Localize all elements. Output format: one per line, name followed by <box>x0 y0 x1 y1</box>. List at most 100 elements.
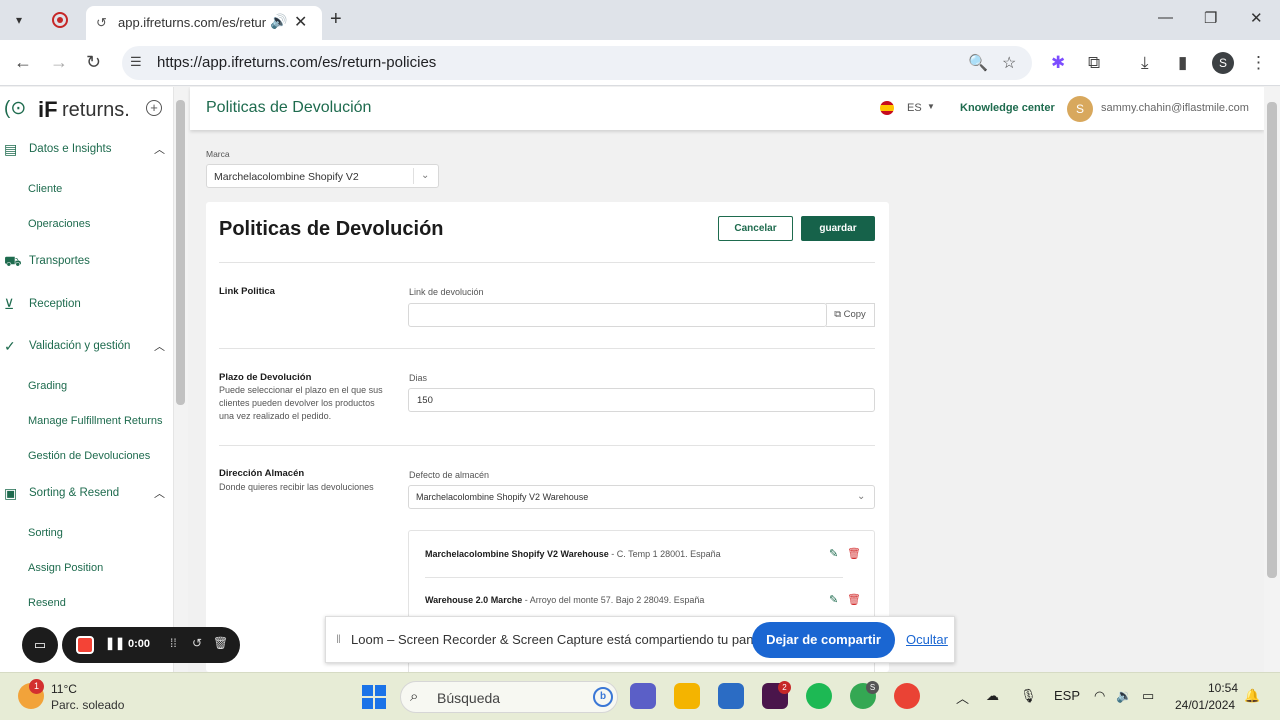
bookmark-star-icon[interactable]: ☆ <box>1002 53 1016 73</box>
forward-icon[interactable]: → <box>50 52 68 73</box>
back-icon[interactable]: ← <box>14 52 32 73</box>
chevron-down-icon[interactable]: ⌄ <box>857 491 865 502</box>
grid-icon[interactable]: ⁞⁞ <box>170 636 177 650</box>
onedrive-icon[interactable]: ☁ <box>986 688 999 704</box>
hide-link[interactable]: Ocultar <box>906 632 948 647</box>
sidebar-item-manage-fulfillment[interactable]: Manage Fulfillment Returns <box>28 415 163 427</box>
spain-flag-icon[interactable] <box>880 101 894 115</box>
weather-condition[interactable]: Parc. soleado <box>51 698 124 712</box>
battery-icon[interactable]: ▭ <box>1142 688 1154 704</box>
chevron-up-icon[interactable]: ︿ <box>154 141 165 157</box>
new-tab-button[interactable]: + <box>330 8 342 31</box>
audio-icon[interactable]: 🔊 <box>270 13 287 30</box>
sidebar-item-resend[interactable]: Resend <box>28 597 66 609</box>
marca-select[interactable]: Marchelacolombine Shopify V2 ⌄ <box>206 164 439 188</box>
dias-input[interactable]: 150 <box>408 388 875 412</box>
knowledge-center-link[interactable]: Knowledge center <box>960 102 1055 114</box>
main-scroll-thumb[interactable] <box>1267 102 1277 578</box>
edit-icon[interactable]: ✎ <box>829 593 838 606</box>
store-icon[interactable] <box>718 683 744 709</box>
sidebar-item-assign-position[interactable]: Assign Position <box>28 562 103 574</box>
edit-icon[interactable]: ✎ <box>829 547 838 560</box>
volume-icon[interactable]: 🔉 <box>1116 688 1132 704</box>
taskbar-search[interactable]: ⌕ Búsqueda b <box>400 681 618 713</box>
teams-icon[interactable] <box>630 683 656 709</box>
sidebar-item-sorting[interactable]: Sorting <box>28 527 63 539</box>
sidebar-section-transportes[interactable]: ⛟ Transportes <box>0 250 173 276</box>
stop-sharing-button[interactable]: Dejar de compartir <box>752 622 895 658</box>
sidebar-scroll-thumb[interactable] <box>176 100 185 405</box>
sidebar-item-operaciones[interactable]: Operaciones <box>28 218 90 230</box>
restore-icon[interactable]: ❐ <box>1204 9 1217 27</box>
stop-recording-button[interactable] <box>76 636 94 654</box>
reload-icon[interactable]: ↻ <box>86 52 101 73</box>
download-icon[interactable]: ⤓ <box>1141 53 1149 73</box>
chevron-up-icon[interactable]: ︿ <box>154 338 165 354</box>
extension-icon[interactable]: ✱ <box>1051 53 1065 73</box>
chrome-profile-badge: S <box>866 681 879 694</box>
clock-date[interactable]: 24/01/2024 <box>1175 698 1235 712</box>
sidebar-section-sorting[interactable]: ▣ Sorting & Resend ︿ <box>0 482 173 508</box>
bing-icon[interactable]: b <box>593 687 613 707</box>
language-selector[interactable]: ES <box>907 102 922 114</box>
chevron-down-icon[interactable]: ⌄ <box>421 170 429 181</box>
windows-start-icon[interactable] <box>362 685 386 709</box>
sidebar-item-grading[interactable]: Grading <box>28 380 67 392</box>
trash-icon[interactable]: 🗑 <box>847 593 861 606</box>
recording-icon[interactable] <box>52 12 68 28</box>
save-button[interactable]: guardar <box>801 216 875 241</box>
camera-icon[interactable]: ▭ <box>22 627 58 663</box>
link-input[interactable] <box>408 303 827 327</box>
trash-icon[interactable]: 🗑 <box>847 547 861 560</box>
wifi-icon[interactable]: ◠ <box>1094 688 1105 704</box>
taskbar-search-label: Búsqueda <box>437 690 501 706</box>
minimize-icon[interactable]: — <box>1158 9 1173 26</box>
close-tab-icon[interactable]: ✕ <box>294 12 307 32</box>
pause-icon[interactable]: ❚❚ <box>105 636 125 650</box>
sidebar-section-reception[interactable]: ⊻ Reception <box>0 293 173 319</box>
address-bar[interactable]: ☰ https://app.ifreturns.com/es/return-po… <box>122 46 1032 80</box>
user-avatar[interactable]: S <box>1067 96 1093 122</box>
chrome-alt-icon[interactable] <box>894 683 920 709</box>
profile-avatar[interactable]: S <box>1212 52 1234 74</box>
caret-down-icon[interactable]: ▼ <box>927 102 935 111</box>
user-email[interactable]: sammy.chahin@iflastmile.com <box>1101 102 1249 114</box>
weather-temperature[interactable]: 11°C <box>51 682 77 696</box>
warehouse-row: Warehouse 2.0 Marche - Arroyo del monte … <box>425 595 704 605</box>
sidebar-section-label: Datos e Insights <box>29 143 112 155</box>
file-explorer-icon[interactable] <box>674 683 700 709</box>
sidebar-item-gestion[interactable]: Gestión de Devoluciones <box>28 450 150 462</box>
chevron-up-icon[interactable]: ︿ <box>956 688 969 707</box>
zoom-icon[interactable]: 🔍 <box>968 53 988 73</box>
copy-button[interactable]: ⧉ Copy <box>826 303 875 327</box>
side-panel-icon[interactable]: ▮ <box>1178 53 1187 73</box>
microphone-icon[interactable]: 🎙 <box>1020 688 1037 704</box>
dias-field-label: Dias <box>409 373 428 383</box>
chevron-up-icon[interactable]: ︿ <box>154 485 165 501</box>
add-icon[interactable]: + <box>146 100 162 116</box>
cancel-button[interactable]: Cancelar <box>718 216 793 241</box>
tab-search-icon[interactable]: ▾ <box>8 9 30 31</box>
spotify-icon[interactable] <box>806 683 832 709</box>
marca-label: Marca <box>206 149 230 159</box>
restart-icon[interactable]: ↺ <box>192 636 202 650</box>
browser-menu-icon[interactable]: ⋮ <box>1250 53 1267 73</box>
window-close-icon[interactable]: ✕ <box>1250 9 1263 27</box>
card-title: Politicas de Devolución <box>219 218 444 240</box>
browser-tab[interactable]: ↺ app.ifreturns.com/es/return-policies 🔊… <box>86 6 322 40</box>
sidebar-section-label: Transportes <box>29 255 90 267</box>
notification-bell-icon[interactable]: 🔔 <box>1244 688 1260 704</box>
site-settings-icon[interactable]: ☰ <box>130 54 142 70</box>
clock-time[interactable]: 10:54 <box>1208 681 1238 695</box>
extensions-puzzle-icon[interactable]: ⧉ <box>1088 53 1100 73</box>
warehouse-select[interactable]: Marchelacolombine Shopify V2 Warehouse ⌄ <box>408 485 875 509</box>
sidebar-item-cliente[interactable]: Cliente <box>28 183 62 195</box>
drag-handle-icon[interactable]: ‖ <box>336 632 341 646</box>
copy-label: Copy <box>843 309 866 320</box>
sidebar-section-validacion[interactable]: ✓ Validación y gestión ︿ <box>0 335 173 361</box>
keyboard-language[interactable]: ESP <box>1054 688 1080 703</box>
sidebar-section-datos[interactable]: ▤ Datos e Insights ︿ <box>0 138 173 164</box>
loom-message: Loom – Screen Recorder & Screen Capture … <box>351 632 781 647</box>
delete-icon[interactable]: 🗑 <box>213 636 228 650</box>
almacen-field-label: Defecto de almacén <box>409 470 490 480</box>
